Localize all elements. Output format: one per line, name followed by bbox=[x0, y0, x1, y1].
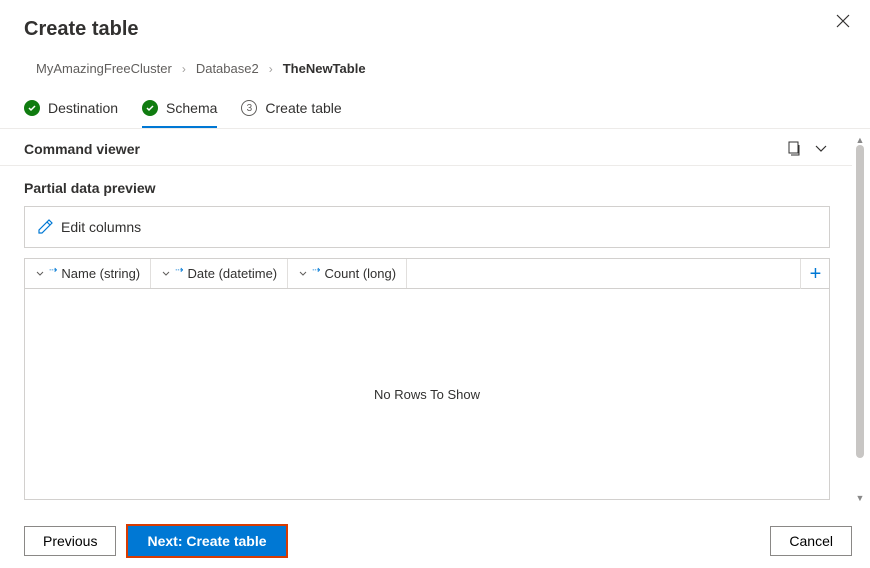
chevron-down-icon bbox=[298, 269, 308, 279]
step-label: Destination bbox=[48, 100, 118, 116]
column-label: Date (datetime) bbox=[188, 266, 278, 281]
chevron-right-icon: › bbox=[182, 62, 186, 76]
breadcrumb-item-cluster[interactable]: MyAmazingFreeCluster bbox=[36, 61, 172, 76]
close-button[interactable] bbox=[832, 10, 854, 32]
breadcrumb-item-table: TheNewTable bbox=[283, 61, 366, 76]
column-label: Count (long) bbox=[325, 266, 397, 281]
chevron-down-icon bbox=[35, 269, 45, 279]
empty-state-message: No Rows To Show bbox=[374, 387, 480, 402]
checkmark-icon bbox=[24, 100, 40, 116]
dialog-footer: Previous Next: Create table Cancel bbox=[0, 516, 870, 568]
scroll-down-arrow-icon[interactable]: ▼ bbox=[856, 493, 865, 503]
datatype-icon: ⇢ bbox=[175, 265, 183, 276]
next-button[interactable]: Next: Create table bbox=[128, 526, 285, 556]
expand-button[interactable] bbox=[814, 142, 828, 156]
breadcrumb: MyAmazingFreeCluster › Database2 › TheNe… bbox=[0, 53, 870, 90]
content-area: Command viewer Partial data preview bbox=[0, 129, 870, 497]
step-create-table[interactable]: 3 Create table bbox=[241, 90, 341, 128]
page-title: Create table bbox=[24, 18, 846, 41]
command-viewer-actions bbox=[786, 141, 828, 157]
column-header-count[interactable]: ⇢ Count (long) bbox=[288, 259, 407, 288]
edit-columns-box: Edit columns bbox=[24, 206, 830, 248]
datatype-icon: ⇢ bbox=[312, 265, 320, 276]
add-column-button[interactable]: + bbox=[800, 259, 830, 289]
command-viewer-title: Command viewer bbox=[24, 141, 140, 157]
pencil-icon bbox=[37, 219, 53, 235]
table-header-row: ⇢ Name (string) ⇢ Date (datetime) ⇢ Coun… bbox=[25, 259, 829, 289]
scroll-up-arrow-icon[interactable]: ▲ bbox=[856, 135, 865, 145]
edit-columns-button[interactable]: Edit columns bbox=[25, 207, 829, 247]
step-label: Create table bbox=[265, 100, 341, 116]
cancel-button[interactable]: Cancel bbox=[770, 526, 852, 556]
scrollbar[interactable]: ▲ ▼ bbox=[854, 135, 866, 503]
preview-title: Partial data preview bbox=[0, 166, 852, 206]
step-schema[interactable]: Schema bbox=[142, 90, 217, 128]
command-viewer-header: Command viewer bbox=[0, 129, 852, 166]
chevron-down-icon bbox=[161, 269, 171, 279]
scroll-track[interactable] bbox=[856, 145, 864, 493]
datatype-icon: ⇢ bbox=[49, 265, 57, 276]
column-label: Name (string) bbox=[61, 266, 140, 281]
chevron-down-icon bbox=[814, 142, 828, 156]
checkmark-icon bbox=[142, 100, 158, 116]
copy-icon bbox=[786, 141, 802, 157]
step-destination[interactable]: Destination bbox=[24, 90, 118, 128]
previous-button[interactable]: Previous bbox=[24, 526, 116, 556]
table-body: No Rows To Show bbox=[25, 289, 829, 499]
close-icon bbox=[836, 14, 850, 28]
wizard-steps: Destination Schema 3 Create table bbox=[0, 90, 870, 129]
scroll-thumb[interactable] bbox=[856, 145, 864, 458]
step-number-icon: 3 bbox=[241, 100, 257, 116]
plus-icon: + bbox=[810, 263, 822, 286]
chevron-right-icon: › bbox=[269, 62, 273, 76]
breadcrumb-item-database[interactable]: Database2 bbox=[196, 61, 259, 76]
column-header-name[interactable]: ⇢ Name (string) bbox=[25, 259, 151, 288]
dialog-header: Create table bbox=[0, 0, 870, 53]
step-label: Schema bbox=[166, 100, 217, 116]
copy-button[interactable] bbox=[786, 141, 802, 157]
preview-table: ⇢ Name (string) ⇢ Date (datetime) ⇢ Coun… bbox=[24, 258, 830, 500]
edit-columns-label: Edit columns bbox=[61, 219, 141, 235]
column-header-date[interactable]: ⇢ Date (datetime) bbox=[151, 259, 288, 288]
